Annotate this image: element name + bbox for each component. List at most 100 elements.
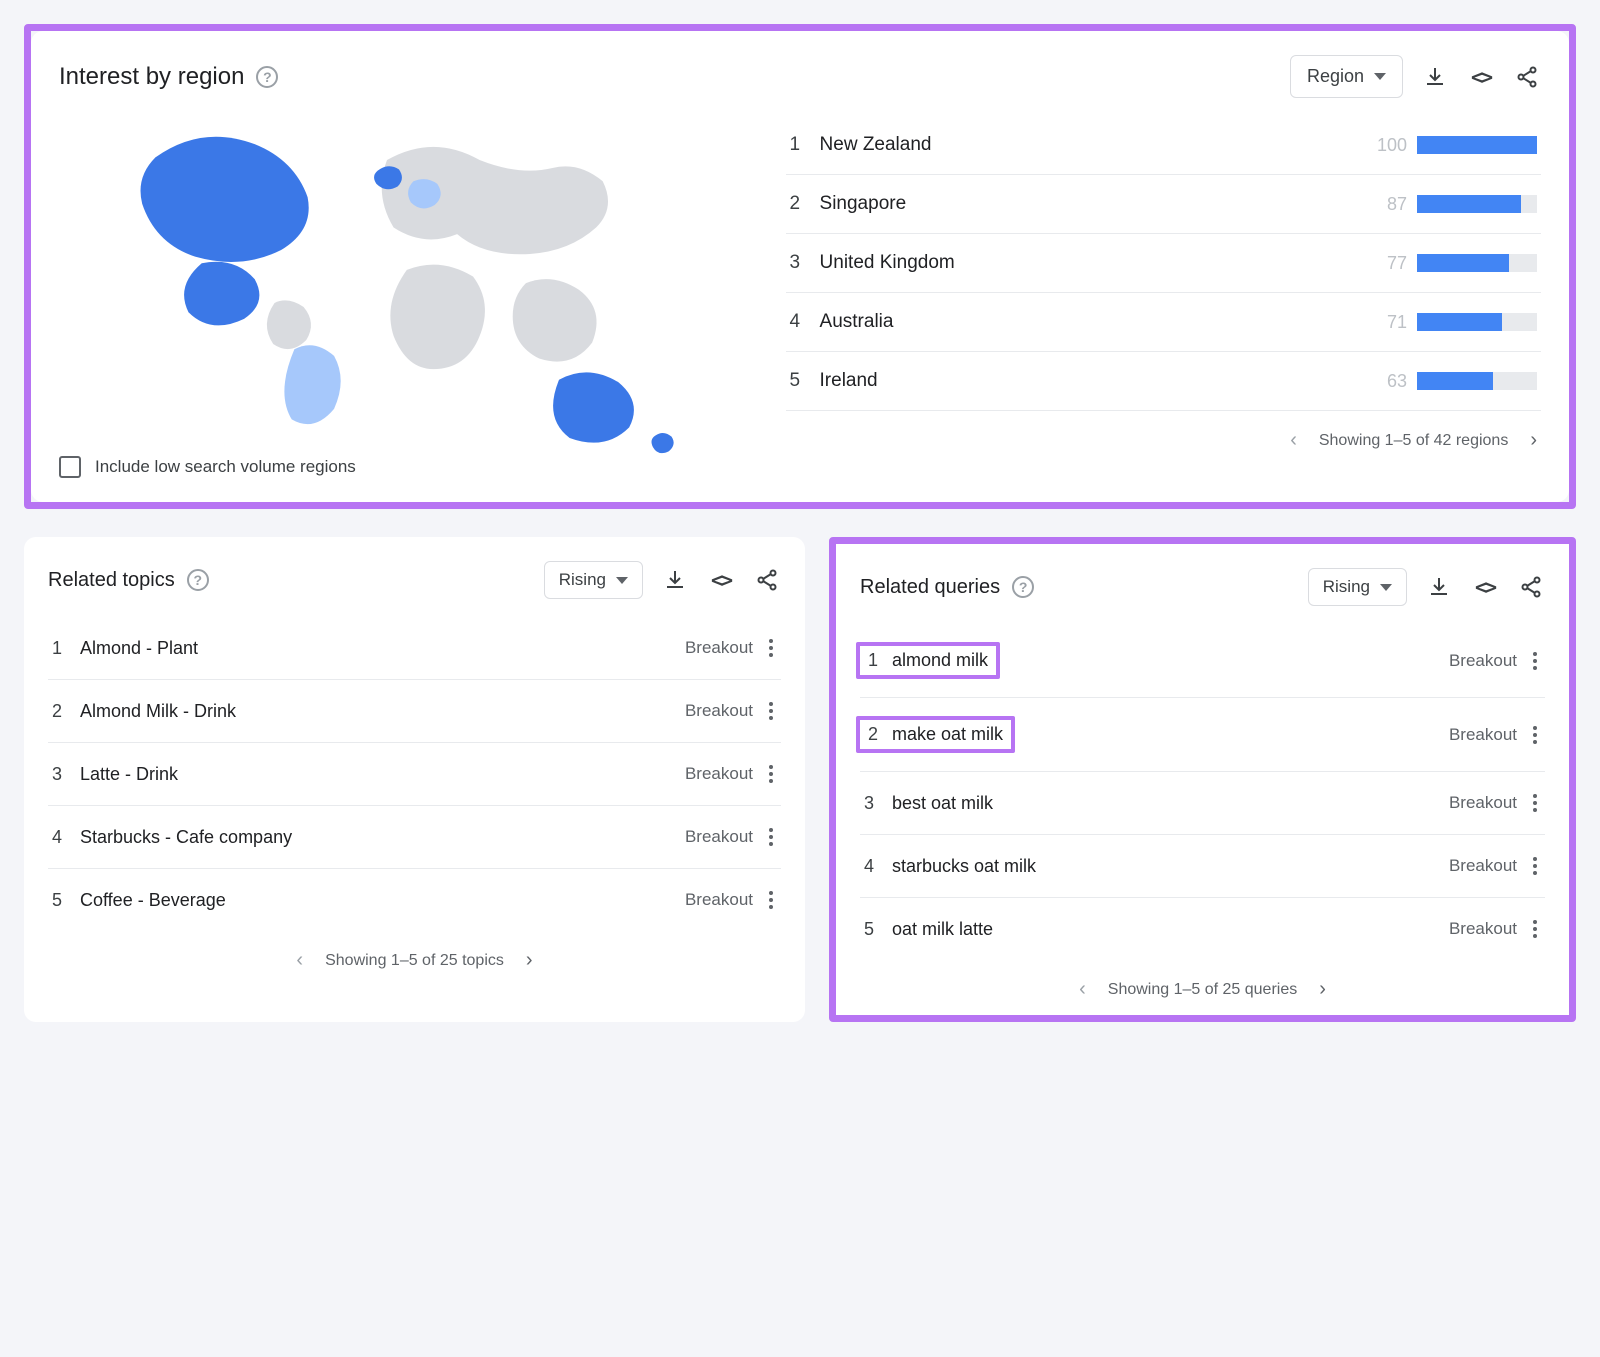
list-rank: 1 [52, 638, 80, 659]
list-item[interactable]: 1 almond milk Breakout [860, 624, 1545, 698]
region-scope-select[interactable]: Region [1290, 55, 1403, 98]
more-icon[interactable] [1529, 722, 1541, 748]
list-item[interactable]: 2Almond Milk - DrinkBreakout [48, 680, 781, 743]
more-icon[interactable] [765, 824, 777, 850]
region-pager-text: Showing 1–5 of 42 regions [1319, 432, 1508, 450]
region-value: 100 [1357, 135, 1407, 156]
region-name: Singapore [820, 193, 1357, 215]
low-volume-label: Include low search volume regions [95, 457, 356, 477]
more-icon[interactable] [765, 887, 777, 913]
list-label: Almond - Plant [80, 638, 685, 659]
list-tag: Breakout [685, 890, 753, 910]
share-icon[interactable] [753, 566, 781, 594]
chevron-down-icon [616, 577, 628, 584]
region-row[interactable]: 1New Zealand100 [786, 116, 1541, 175]
chevron-right-icon[interactable]: › [1526, 429, 1541, 452]
list-rank: 3 [864, 793, 892, 814]
region-row[interactable]: 5Ireland63 [786, 352, 1541, 411]
chevron-down-icon [1380, 584, 1392, 591]
chevron-right-icon[interactable]: › [1315, 978, 1330, 1001]
topics-pager: ‹ Showing 1–5 of 25 topics › [48, 949, 781, 972]
chevron-right-icon[interactable]: › [522, 949, 537, 972]
more-icon[interactable] [765, 698, 777, 724]
list-tag: Breakout [1449, 651, 1517, 671]
topics-sort-label: Rising [559, 570, 606, 590]
list-item[interactable]: 5Coffee - BeverageBreakout [48, 869, 781, 931]
list-tag: Breakout [685, 638, 753, 658]
queries-pager: ‹ Showing 1–5 of 25 queries › [860, 978, 1545, 1001]
region-name: Australia [820, 311, 1357, 333]
topics-title: Related topics [48, 569, 175, 592]
list-label: starbucks oat milk [892, 856, 1449, 877]
list-label: oat milk latte [892, 919, 1449, 940]
embed-icon[interactable]: <> [707, 566, 735, 594]
low-volume-checkbox[interactable] [59, 456, 81, 478]
share-icon[interactable] [1513, 63, 1541, 91]
region-bar [1417, 372, 1537, 390]
region-row[interactable]: 4Australia71 [786, 293, 1541, 352]
chevron-left-icon[interactable]: ‹ [1075, 978, 1090, 1001]
region-row[interactable]: 3United Kingdom77 [786, 234, 1541, 293]
help-icon[interactable]: ? [1012, 576, 1034, 598]
highlighted-query: 2 make oat milk [856, 716, 1015, 753]
region-row[interactable]: 2Singapore87 [786, 175, 1541, 234]
related-topics-card: Related topics ? Rising <> 1Almond - Pla… [24, 537, 805, 1022]
queries-sort-select[interactable]: Rising [1308, 568, 1407, 606]
embed-icon[interactable]: <> [1467, 63, 1495, 91]
list-item[interactable]: 5oat milk latteBreakout [860, 898, 1545, 960]
share-icon[interactable] [1517, 573, 1545, 601]
region-value: 63 [1357, 371, 1407, 392]
related-queries-card: Related queries ? Rising <> [829, 537, 1576, 1022]
download-icon[interactable] [1425, 573, 1453, 601]
more-icon[interactable] [1529, 916, 1541, 942]
chevron-left-icon[interactable]: ‹ [292, 949, 307, 972]
list-rank: 5 [864, 919, 892, 940]
list-item[interactable]: 3best oat milkBreakout [860, 772, 1545, 835]
region-scope-label: Region [1307, 66, 1364, 87]
list-item[interactable]: 3Latte - DrinkBreakout [48, 743, 781, 806]
list-rank: 2 [52, 701, 80, 722]
more-icon[interactable] [765, 635, 777, 661]
queries-title: Related queries [860, 576, 1000, 599]
list-rank: 4 [864, 856, 892, 877]
list-rank: 2 [868, 724, 878, 745]
list-item[interactable]: 1Almond - PlantBreakout [48, 617, 781, 680]
interest-by-region-card: Interest by region ? Region <> [24, 24, 1576, 509]
list-label: make oat milk [892, 724, 1003, 745]
download-icon[interactable] [661, 566, 689, 594]
list-item[interactable]: 4Starbucks - Cafe companyBreakout [48, 806, 781, 869]
list-tag: Breakout [685, 827, 753, 847]
topics-sort-select[interactable]: Rising [544, 561, 643, 599]
region-name: Ireland [820, 370, 1357, 392]
region-bar [1417, 254, 1537, 272]
region-name: United Kingdom [820, 252, 1357, 274]
embed-icon[interactable]: <> [1471, 573, 1499, 601]
region-rank: 2 [790, 193, 820, 215]
region-name: New Zealand [820, 134, 1357, 156]
list-tag: Breakout [1449, 725, 1517, 745]
more-icon[interactable] [1529, 790, 1541, 816]
list-item[interactable]: 4starbucks oat milkBreakout [860, 835, 1545, 898]
help-icon[interactable]: ? [187, 569, 209, 591]
queries-pager-text: Showing 1–5 of 25 queries [1108, 981, 1297, 999]
region-pager: ‹ Showing 1–5 of 42 regions › [786, 429, 1541, 452]
more-icon[interactable] [1529, 853, 1541, 879]
list-item[interactable]: 2 make oat milk Breakout [860, 698, 1545, 772]
region-rank: 4 [790, 311, 820, 333]
list-rank: 5 [52, 890, 80, 911]
chevron-down-icon [1374, 73, 1386, 80]
list-label: almond milk [892, 650, 988, 671]
region-value: 87 [1357, 194, 1407, 215]
world-map[interactable] [59, 116, 756, 436]
list-tag: Breakout [685, 701, 753, 721]
list-rank: 1 [868, 650, 878, 671]
more-icon[interactable] [765, 761, 777, 787]
download-icon[interactable] [1421, 63, 1449, 91]
list-tag: Breakout [685, 764, 753, 784]
topics-pager-text: Showing 1–5 of 25 topics [325, 952, 504, 970]
list-tag: Breakout [1449, 856, 1517, 876]
more-icon[interactable] [1529, 648, 1541, 674]
region-bar [1417, 313, 1537, 331]
chevron-left-icon[interactable]: ‹ [1286, 429, 1301, 452]
region-value: 77 [1357, 253, 1407, 274]
